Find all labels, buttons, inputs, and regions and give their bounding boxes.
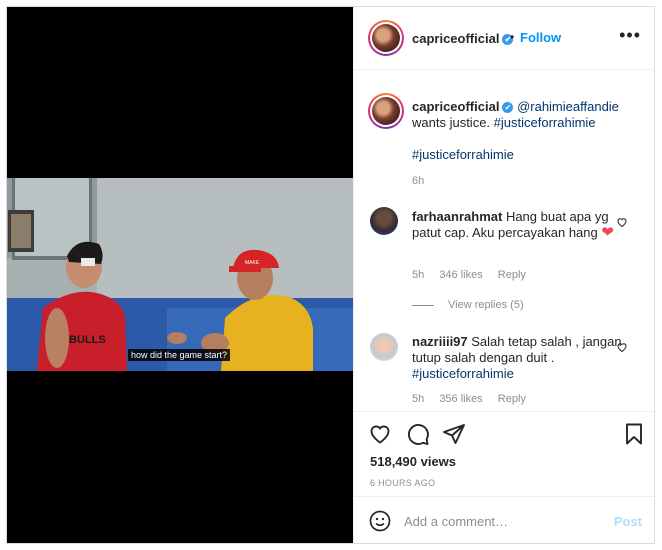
reply-button[interactable]: Reply <box>498 393 526 405</box>
post-actions: 518,490 views 6 HOURS AGO Post <box>354 411 656 541</box>
caption-mention[interactable]: @rahimieaffandie <box>517 99 619 114</box>
share-plane-icon[interactable] <box>442 422 466 446</box>
follow-button[interactable]: Follow <box>520 30 561 45</box>
caption-author-avatar[interactable] <box>368 93 404 129</box>
post-frame: BULLS MAKE how did the game start? capri… <box>6 6 656 544</box>
add-comment-bar: Post <box>354 496 656 544</box>
caption-verified-icon: ✔ <box>502 102 514 114</box>
caption-text: wants justice. <box>412 115 491 130</box>
comment-item: nazriiii97 Salah tetap salah , jangan tu… <box>412 334 627 382</box>
like-comment-heart-icon[interactable] <box>616 341 628 356</box>
svg-text:BULLS: BULLS <box>69 334 106 346</box>
like-heart-icon[interactable] <box>368 422 392 446</box>
caption-hashtag[interactable]: #justiceforrahimie <box>494 115 596 130</box>
red-heart-emoji: ❤ <box>601 224 614 241</box>
video-scene-image: BULLS MAKE <box>7 178 353 371</box>
caption-time: 6h <box>412 175 425 187</box>
comment-time: 5h <box>412 393 425 405</box>
commenter-avatar[interactable] <box>370 333 398 361</box>
comment-username[interactable]: nazriiii97 <box>412 334 468 349</box>
comment-meta: 5h 346 likes Reply <box>412 269 538 281</box>
reply-button[interactable]: Reply <box>498 269 526 281</box>
comment-likes[interactable]: 346 likes <box>439 269 482 281</box>
comment-meta: 5h 356 likes Reply <box>412 393 538 405</box>
post-header: capriceofficial ✔ • Follow ••• <box>354 7 655 70</box>
author-avatar[interactable] <box>368 20 404 56</box>
emoji-smiley-icon[interactable] <box>368 509 392 533</box>
video-frame[interactable]: BULLS MAKE how did the game start? <box>7 178 353 371</box>
comment-item: farhaanrahmat Hang buat apa yg patut cap… <box>412 209 627 241</box>
comment-likes[interactable]: 356 likes <box>439 393 482 405</box>
view-count[interactable]: 518,490 views <box>370 454 456 469</box>
post-side-panel: capriceofficial ✔ • Follow ••• capriceoff… <box>353 7 656 543</box>
commenter-avatar[interactable] <box>370 207 398 235</box>
video-player[interactable]: BULLS MAKE how did the game start? <box>7 7 353 543</box>
comment-hashtag[interactable]: #justiceforrahimie <box>412 366 514 381</box>
post-timestamp: 6 HOURS AGO <box>370 478 436 488</box>
video-subtitle: how did the game start? <box>128 349 231 361</box>
comments-list[interactable]: capriceofficial ✔ @rahimieaffandie wants … <box>354 71 656 411</box>
add-comment-input[interactable] <box>404 511 604 531</box>
post-caption: capriceofficial ✔ @rahimieaffandie wants … <box>412 99 627 131</box>
caption-hashtag-2[interactable]: #justiceforrahimie <box>412 147 627 163</box>
post-comment-button[interactable]: Post <box>614 514 642 529</box>
comment-time: 5h <box>412 269 425 281</box>
comment-username[interactable]: farhaanrahmat <box>412 209 502 224</box>
caption-username[interactable]: capriceofficial <box>412 99 499 114</box>
svg-text:MAKE: MAKE <box>245 260 260 266</box>
view-replies-button[interactable]: View replies (5) <box>412 299 524 311</box>
separator-dot: • <box>510 30 515 44</box>
bookmark-icon[interactable] <box>622 422 646 446</box>
author-username[interactable]: capriceofficial <box>412 31 499 46</box>
more-options-icon[interactable]: ••• <box>619 25 641 46</box>
author-username-row[interactable]: capriceofficial ✔ <box>412 31 514 46</box>
comment-bubble-icon[interactable] <box>406 422 430 446</box>
like-comment-heart-icon[interactable] <box>616 216 628 231</box>
